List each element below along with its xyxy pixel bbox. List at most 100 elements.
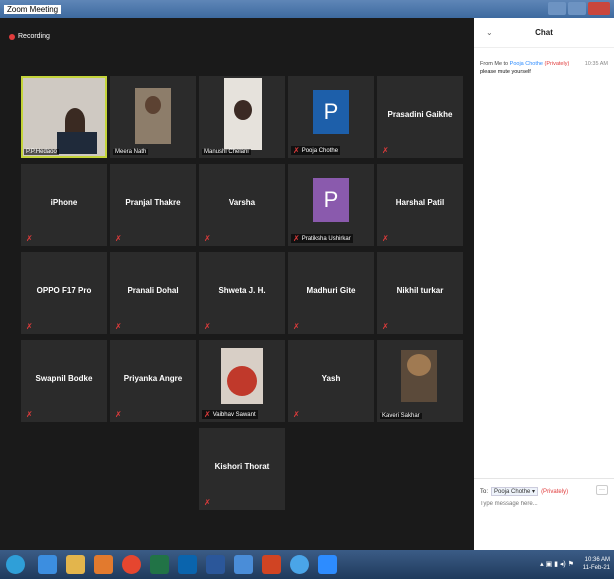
window-titlebar: Zoom Meeting xyxy=(0,0,614,18)
participant-name: ✗ Pratiksha Ushirkar xyxy=(291,234,353,243)
participant-tile[interactable]: Pranali Dohal ✗ xyxy=(110,252,196,334)
media-player-icon[interactable] xyxy=(94,555,113,574)
outlook-icon[interactable] xyxy=(178,555,197,574)
mic-muted-icon: ✗ xyxy=(26,234,33,243)
participant-tile[interactable]: OPPO F17 Pro ✗ xyxy=(21,252,107,334)
powerpoint-icon[interactable] xyxy=(262,555,281,574)
participant-name: OPPO F17 Pro xyxy=(36,286,92,295)
participant-tile[interactable]: Kishori Thorat ✗ xyxy=(199,428,285,510)
participant-tile[interactable]: Priyanka Angre ✗ xyxy=(110,340,196,422)
chat-message: From Me to Pooja Chothe (Privately) 10:3… xyxy=(480,60,608,76)
participant-tile[interactable]: Yash ✗ xyxy=(288,340,374,422)
participant-tile[interactable]: Varsha ✗ xyxy=(199,164,285,246)
mic-muted-icon: ✗ xyxy=(293,410,300,419)
minimize-button[interactable] xyxy=(548,2,566,15)
recording-indicator: Recording xyxy=(9,33,50,40)
participant-name: Kishori Thorat xyxy=(214,462,270,471)
mic-muted-icon: ✗ xyxy=(26,410,33,419)
participant-tile[interactable]: Manushi Chelani xyxy=(199,76,285,158)
explorer-icon[interactable] xyxy=(66,555,85,574)
participant-name: Swapnil Bodke xyxy=(35,374,93,383)
participant-tile[interactable]: Kaveri Sakhar xyxy=(377,340,463,422)
recipient-row: To: Pooja Chothe ▾ (Privately) xyxy=(480,487,568,496)
participant-name: P.P.Hedaoo xyxy=(24,149,59,155)
window-title: Zoom Meeting xyxy=(4,4,62,14)
participant-tile[interactable]: P ✗ Pooja Chothe xyxy=(288,76,374,158)
participant-name: Madhuri Gite xyxy=(306,286,356,295)
mic-muted-icon: ✗ xyxy=(293,322,300,331)
participant-name: Varsha xyxy=(228,198,256,207)
zoom-icon[interactable] xyxy=(290,555,309,574)
message-recipient[interactable]: Pooja Chothe xyxy=(510,61,543,67)
chat-panel: ⌄ Chat From Me to Pooja Chothe (Privatel… xyxy=(474,18,614,550)
word-icon[interactable] xyxy=(206,555,225,574)
system-tray[interactable]: ▴ ▣ ▮ ◂) ⚑ xyxy=(540,560,574,568)
clock-date: 11-Feb-21 xyxy=(582,565,610,571)
participant-name: Pranali Dohal xyxy=(127,286,179,295)
mic-muted-icon: ✗ xyxy=(293,146,300,155)
close-button[interactable] xyxy=(588,2,610,15)
participant-name: Harshal Patil xyxy=(395,198,445,207)
participant-name: Pranjal Thakre xyxy=(125,198,181,207)
mic-muted-icon: ✗ xyxy=(293,234,300,243)
recipient-dropdown[interactable]: Pooja Chothe ▾ xyxy=(491,487,539,496)
to-label: To: xyxy=(480,488,489,495)
mic-muted-icon: ✗ xyxy=(115,322,122,331)
chat-header: ⌄ Chat xyxy=(474,18,614,48)
chat-message-input[interactable] xyxy=(480,501,605,507)
photos-icon[interactable] xyxy=(234,555,253,574)
flower-image xyxy=(227,366,257,396)
mic-muted-icon: ✗ xyxy=(204,410,211,419)
teddy-bear-image xyxy=(407,354,431,376)
record-icon xyxy=(9,33,15,40)
person-silhouette xyxy=(234,100,252,120)
mic-muted-icon: ✗ xyxy=(115,234,122,243)
participant-tile[interactable]: Prasadini Gaikhe ✗ xyxy=(377,76,463,158)
person-silhouette xyxy=(145,96,161,114)
excel-icon[interactable] xyxy=(150,555,169,574)
participant-name: Prasadini Gaikhe xyxy=(387,110,453,119)
chrome-icon[interactable] xyxy=(122,555,141,574)
more-options-button[interactable]: ··· xyxy=(596,485,608,495)
participant-name: Manushi Chelani xyxy=(202,149,251,155)
zoom-meeting-icon[interactable] xyxy=(318,555,337,574)
mic-muted-icon: ✗ xyxy=(26,322,33,331)
mic-muted-icon: ✗ xyxy=(382,322,389,331)
participant-name: Nikhil turkar xyxy=(396,286,444,295)
participant-tile[interactable]: Harshal Patil ✗ xyxy=(377,164,463,246)
participant-name: Yash xyxy=(321,374,341,383)
message-privacy: (Privately) xyxy=(544,61,570,67)
clock-time: 10:36 AM xyxy=(584,557,610,563)
participant-name: Kaveri Sakhar xyxy=(380,413,422,419)
maximize-button[interactable] xyxy=(568,2,586,15)
participant-tile[interactable]: Pranjal Thakre ✗ xyxy=(110,164,196,246)
message-text: please mute yourself xyxy=(480,69,531,75)
mic-muted-icon: ✗ xyxy=(204,322,211,331)
chat-title: Chat xyxy=(535,28,553,37)
participant-tile[interactable]: P ✗ Pratiksha Ushirkar xyxy=(288,164,374,246)
ie-icon[interactable] xyxy=(38,555,57,574)
chat-composer: To: Pooja Chothe ▾ (Privately) ··· xyxy=(474,478,614,550)
participant-tile[interactable]: Meera Nath xyxy=(110,76,196,158)
recording-label: Recording xyxy=(18,33,50,40)
message-time: 10:35 AM xyxy=(584,61,608,67)
person-silhouette xyxy=(65,108,85,134)
participant-tile[interactable]: Nikhil turkar ✗ xyxy=(377,252,463,334)
participant-tile[interactable]: Swapnil Bodke ✗ xyxy=(21,340,107,422)
windows-taskbar: ▴ ▣ ▮ ◂) ⚑ 10:36 AM 11-Feb-21 xyxy=(0,550,614,579)
participant-tile[interactable]: iPhone ✗ xyxy=(21,164,107,246)
mic-muted-icon: ✗ xyxy=(204,498,211,507)
participant-name: ✗ Pooja Chothe xyxy=(291,146,341,155)
message-from: From Me to xyxy=(480,61,509,67)
gallery-view: Recording P.P.Hedaoo Meera Nath Manushi … xyxy=(0,18,470,550)
participant-tile[interactable]: Shweta J. H. ✗ xyxy=(199,252,285,334)
mic-muted-icon: ✗ xyxy=(204,234,211,243)
participant-name: ✗ Vaibhav Sawant xyxy=(202,410,258,419)
participant-tile[interactable]: Madhuri Gite ✗ xyxy=(288,252,374,334)
mic-muted-icon: ✗ xyxy=(382,234,389,243)
participant-name: Meera Nath xyxy=(113,149,149,155)
participant-tile[interactable]: ✗ Vaibhav Sawant xyxy=(199,340,285,422)
start-icon[interactable] xyxy=(6,555,25,574)
participant-tile[interactable]: P.P.Hedaoo xyxy=(21,76,107,158)
taskbar-clock[interactable]: 10:36 AM 11-Feb-21 xyxy=(583,556,610,572)
